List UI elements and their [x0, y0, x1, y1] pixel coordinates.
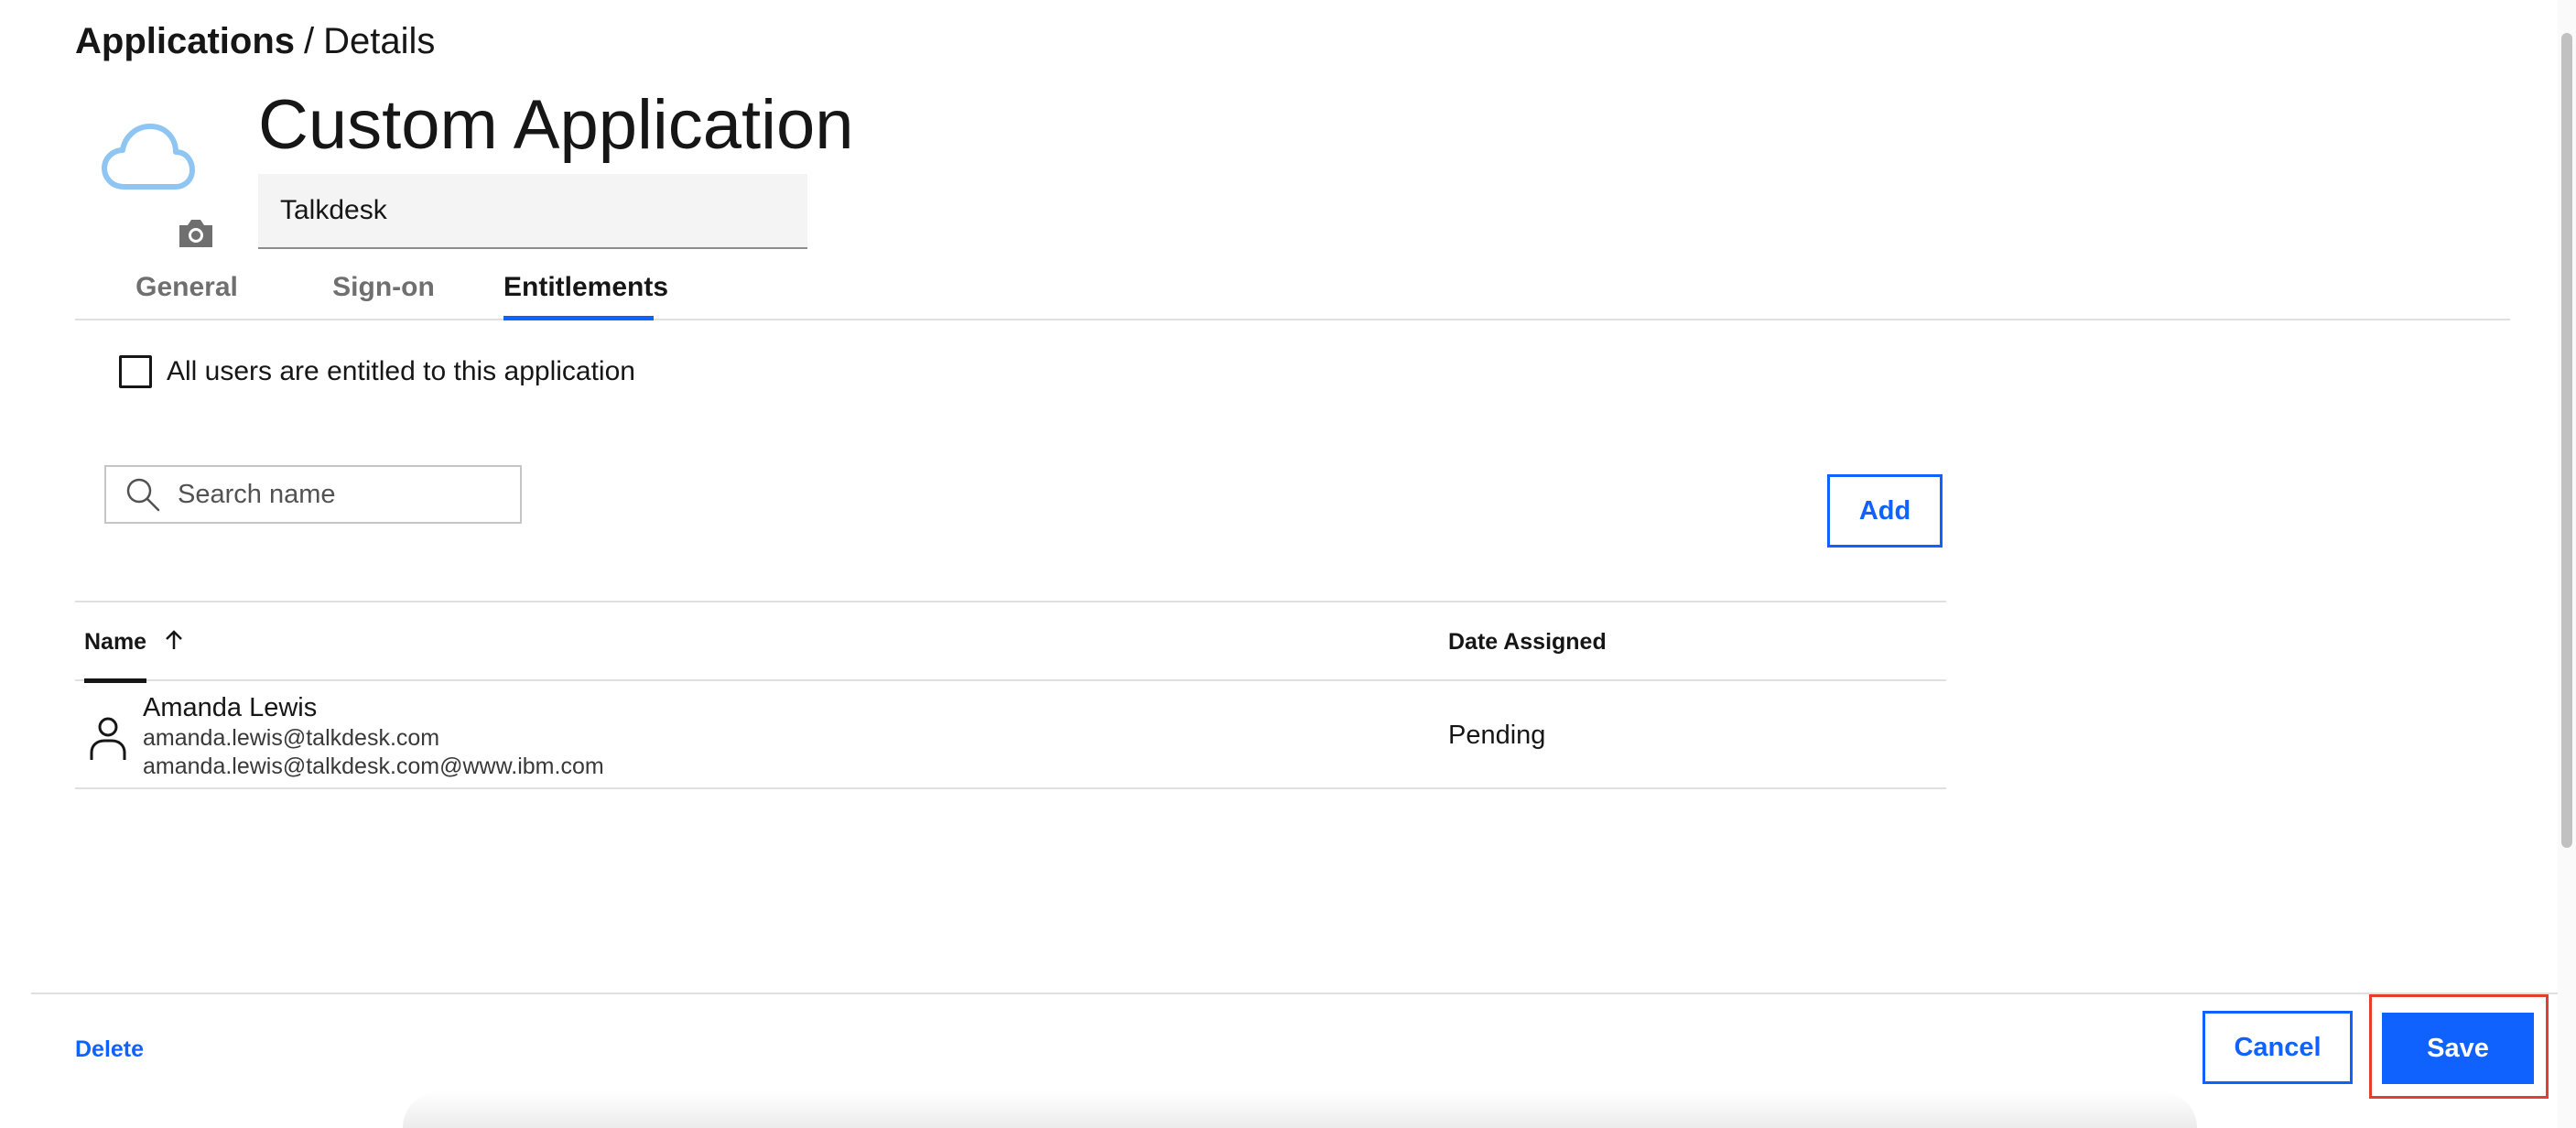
user-name: Amanda Lewis: [143, 693, 318, 722]
entitlements-table: Name Date Assigned Amanda Lewis amanda.l…: [75, 601, 1946, 789]
page-title: Custom Application: [258, 86, 854, 164]
tab-entitlements[interactable]: Entitlements: [503, 260, 668, 320]
user-icon: [90, 717, 126, 760]
all-users-option: All users are entitled to this applicati…: [119, 353, 635, 390]
delete-link[interactable]: Delete: [75, 1036, 144, 1063]
breadcrumb-applications-link[interactable]: Applications: [75, 21, 295, 61]
save-button[interactable]: Save: [2382, 1013, 2534, 1084]
scrollbar-thumb[interactable]: [2561, 33, 2572, 848]
all-users-label[interactable]: All users are entitled to this applicati…: [167, 353, 635, 390]
camera-icon[interactable]: [176, 218, 216, 249]
cancel-button[interactable]: Cancel: [2203, 1011, 2353, 1084]
tab-sign-on[interactable]: Sign-on: [328, 260, 439, 320]
user-alias: amanda.lewis@talkdesk.com@www.ibm.com: [143, 754, 604, 779]
search-box: [104, 465, 522, 524]
footer-bar: Delete Cancel Save: [31, 992, 2558, 1128]
application-name-field[interactable]: [258, 174, 807, 249]
sort-ascending-icon: [166, 630, 182, 650]
add-button[interactable]: Add: [1827, 474, 1943, 548]
column-header-name-label: Name: [84, 629, 147, 655]
cloud-icon: [102, 124, 195, 190]
date-assigned-cell: Pending: [1448, 721, 1546, 750]
search-input[interactable]: [176, 469, 505, 520]
application-details-page: Applications / Details Custom Application …: [0, 0, 2576, 1128]
tab-list: General Sign-on Entitlements: [75, 260, 2510, 320]
breadcrumb-current: Details: [323, 21, 436, 61]
table-row[interactable]: Amanda Lewis amanda.lewis@talkdesk.com a…: [75, 681, 1946, 789]
column-header-name[interactable]: Name: [84, 602, 185, 683]
user-email: amanda.lewis@talkdesk.com: [143, 725, 440, 751]
breadcrumb: Applications / Details: [75, 16, 435, 66]
table-header: Name Date Assigned: [75, 601, 1946, 683]
column-header-date-assigned[interactable]: Date Assigned: [1448, 602, 1607, 681]
all-users-checkbox[interactable]: [119, 355, 152, 388]
search-icon: [126, 478, 160, 512]
breadcrumb-separator: /: [304, 21, 315, 61]
user-cell: Amanda Lewis amanda.lewis@talkdesk.com a…: [143, 692, 604, 780]
tab-general[interactable]: General: [128, 260, 245, 320]
